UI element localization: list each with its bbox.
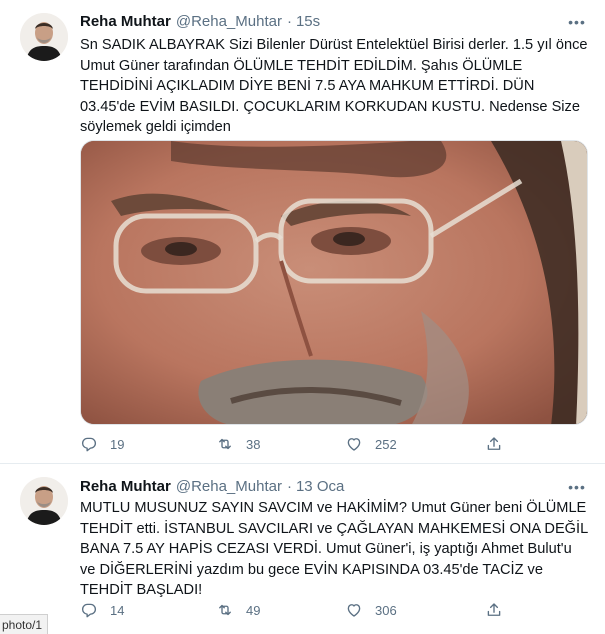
tweet-text: MUTLU MUSUNUZ SAYIN SAVCIM ve HAKİMİM? U… — [80, 500, 588, 598]
tweet-text: Sn SADIK ALBAYRAK Sizi Bilenler Dürüst E… — [80, 37, 588, 135]
avatar[interactable] — [20, 13, 68, 61]
author-name[interactable]: Reha Muhtar — [80, 477, 171, 497]
retweet-count: 49 — [246, 602, 261, 618]
reply-icon — [81, 437, 97, 452]
portrait-photo — [81, 141, 587, 424]
like-icon — [347, 604, 361, 617]
reply-count: 14 — [110, 602, 125, 618]
tweet-timestamp[interactable]: 13 Oca — [296, 477, 344, 497]
tweet-actions: 19 38 252 — [80, 435, 510, 457]
share-button[interactable] — [485, 435, 503, 453]
tweet-actions: 14 49 306 — [80, 601, 510, 623]
retweet-count: 38 — [246, 436, 261, 452]
author-name[interactable]: Reha Muhtar — [80, 12, 171, 32]
author-handle[interactable]: @Reha_Muhtar — [176, 12, 282, 32]
like-button[interactable]: 252 — [345, 435, 397, 453]
reply-button[interactable]: 14 — [80, 601, 124, 619]
retweet-icon — [219, 438, 231, 450]
like-button[interactable]: 306 — [345, 601, 397, 619]
reply-icon — [81, 603, 97, 618]
like-count: 252 — [375, 436, 397, 452]
separator-dot: · — [286, 13, 292, 30]
share-icon — [487, 603, 501, 616]
tweet[interactable]: Reha Muhtar @Reha_Muhtar · 15s ••• Sn SA… — [0, 0, 605, 464]
share-button[interactable] — [485, 601, 503, 619]
avatar[interactable] — [20, 477, 68, 525]
tweet-header: Reha Muhtar @Reha_Muhtar · 15s — [80, 12, 320, 32]
reply-count: 19 — [110, 436, 125, 452]
more-icon[interactable]: ••• — [567, 12, 587, 32]
retweet-button[interactable]: 38 — [216, 435, 260, 453]
reply-button[interactable]: 19 — [80, 435, 124, 453]
author-handle[interactable]: @Reha_Muhtar — [176, 477, 282, 497]
more-icon[interactable]: ••• — [567, 477, 587, 497]
like-count: 306 — [375, 602, 397, 618]
retweet-button[interactable]: 49 — [216, 601, 260, 619]
status-url-tag: photo/1 — [0, 614, 49, 634]
retweet-icon — [219, 604, 231, 616]
separator-dot: · — [286, 478, 292, 495]
tweet-timestamp[interactable]: 15s — [296, 12, 320, 32]
tweet[interactable]: Reha Muhtar @Reha_Muhtar · 13 Oca ••• MU… — [0, 465, 605, 634]
like-icon — [347, 438, 361, 451]
share-icon — [487, 437, 501, 450]
tweet-header: Reha Muhtar @Reha_Muhtar · 13 Oca — [80, 477, 344, 497]
tweet-photo[interactable] — [80, 140, 588, 425]
